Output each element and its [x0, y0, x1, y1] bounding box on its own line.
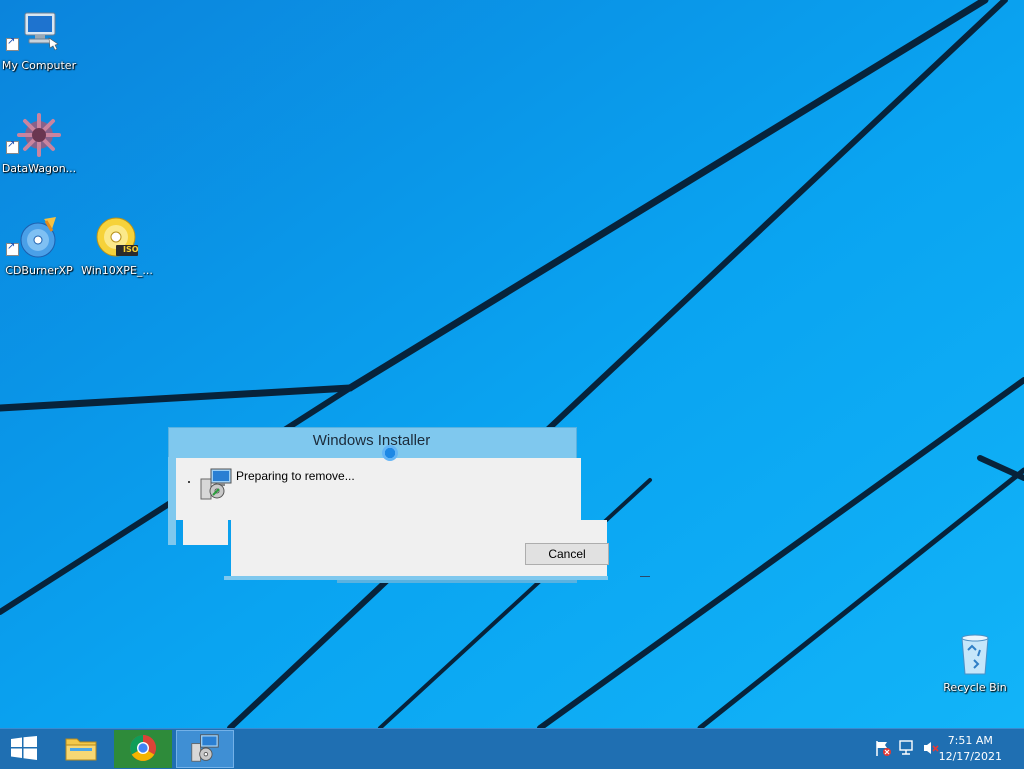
- desktop-wallpaper: [0, 0, 1024, 728]
- busy-cursor-icon: [382, 445, 398, 461]
- computer-icon: [0, 10, 78, 56]
- taskbar: 7:51 AM 12/17/2021: [0, 728, 1024, 769]
- desktop-icon-recycle-bin[interactable]: Recycle Bin: [936, 630, 1014, 694]
- installer-dialog-body: [176, 458, 581, 520]
- installer-status-message: Preparing to remove...: [236, 469, 355, 483]
- shortcut-arrow-icon: [6, 139, 19, 154]
- desktop-icon-datawagon[interactable]: DataWagon...: [0, 113, 78, 175]
- taskbar-chrome[interactable]: [114, 730, 172, 768]
- desktop-icon-label: CDBurnerXP: [5, 264, 73, 277]
- desktop-icon-label: Win10XPE_...: [81, 264, 153, 277]
- clock-date: 12/17/2021: [938, 750, 1002, 763]
- folder-icon: [64, 733, 98, 766]
- installer-frame-edge: [337, 580, 577, 583]
- windows-logo-icon: [11, 735, 37, 763]
- stray-artifact: [640, 576, 650, 577]
- desktop-icon-label: DataWagon...: [1, 162, 77, 175]
- gear-cluster-icon: [0, 113, 78, 159]
- shortcut-arrow-icon: [6, 241, 19, 256]
- network-icon[interactable]: [898, 739, 916, 760]
- separator-dot: [188, 481, 190, 483]
- cd-burner-icon: [0, 215, 78, 261]
- installer-icon: [199, 467, 233, 504]
- desktop-icon-cdburnerxp[interactable]: CDBurnerXP: [0, 215, 78, 277]
- installer-dialog-body-fragment: [183, 519, 228, 545]
- recycle-bin-icon: [936, 630, 1014, 678]
- taskbar-clock[interactable]: 7:51 AM 12/17/2021: [939, 733, 1002, 765]
- desktop-icon-my-computer[interactable]: My Computer: [0, 10, 78, 72]
- installer-dialog-title: Windows Installer: [312, 432, 431, 449]
- desktop-icon-label: My Computer: [1, 59, 77, 72]
- iso-disc-icon: ISO: [78, 215, 156, 261]
- volume-muted-icon[interactable]: [922, 739, 940, 760]
- desktop-icon-label: Recycle Bin: [943, 681, 1007, 694]
- desktop-icon-win10xpe-iso[interactable]: ISO Win10XPE_...: [78, 215, 156, 277]
- installer-frame-edge: [168, 457, 176, 545]
- taskbar-windows-installer[interactable]: [176, 730, 234, 768]
- start-button[interactable]: [0, 729, 48, 769]
- action-center-flag-icon[interactable]: [874, 739, 892, 760]
- iso-badge: ISO: [123, 245, 139, 254]
- taskbar-file-explorer[interactable]: [52, 730, 110, 768]
- clock-time: 7:51 AM: [947, 734, 993, 747]
- chrome-icon: [128, 733, 158, 766]
- installer-icon: [190, 733, 220, 766]
- cancel-button[interactable]: Cancel: [525, 543, 609, 565]
- shortcut-arrow-icon: [6, 36, 19, 51]
